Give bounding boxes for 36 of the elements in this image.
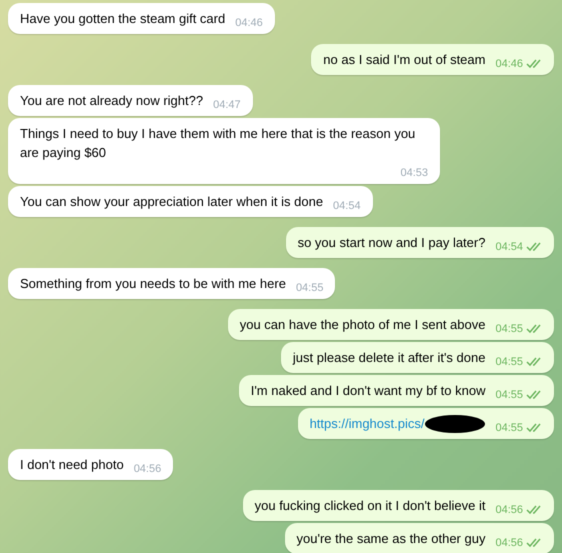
double-check-icon xyxy=(526,505,542,515)
double-check-icon xyxy=(526,390,542,400)
message-time: 04:56 xyxy=(495,536,523,551)
message-time: 04:56 xyxy=(495,503,523,518)
message-text: Things I need to buy I have them with me here that is the reason you are paying $60 xyxy=(20,125,416,162)
message-time: 04:46 xyxy=(235,16,263,31)
double-check-icon xyxy=(526,538,542,548)
message-text: You are not already now right?? xyxy=(20,92,204,110)
message-text: no as I said I'm out of steam xyxy=(323,51,486,69)
message-text: so you start now and I pay later? xyxy=(298,234,486,252)
message-text: I'm naked and I don't want my bf to know xyxy=(250,382,486,400)
message-time: 04:54 xyxy=(495,240,523,255)
double-check-icon xyxy=(526,423,542,433)
message-time: 04:55 xyxy=(495,388,523,403)
message-time: 04:55 xyxy=(495,421,523,436)
link[interactable]: https://imghost.pics/ xyxy=(310,414,424,433)
message-text: you can have the photo of me I sent above xyxy=(240,316,486,334)
message-time: 04:55 xyxy=(296,281,324,296)
message-time: 04:53 xyxy=(400,166,428,181)
message-text: you're the same as the other guy xyxy=(296,530,486,548)
double-check-icon xyxy=(526,242,542,252)
double-check-icon xyxy=(526,357,542,367)
message-time: 04:46 xyxy=(495,57,523,72)
message-text: Something from you needs to be with me here xyxy=(20,275,286,293)
message-time: 04:55 xyxy=(495,355,523,370)
double-check-icon xyxy=(526,324,542,334)
message-text: just please delete it after it's done xyxy=(292,349,486,367)
message-text: Have you gotten the steam gift card xyxy=(20,10,226,28)
message-time: 04:54 xyxy=(333,199,361,214)
message-time: 04:55 xyxy=(495,322,523,337)
message-time: 04:56 xyxy=(134,462,162,477)
message-text: You can show your appreciation later when it is done xyxy=(20,193,324,211)
message-text: you fucking clicked on it I don't believe it xyxy=(254,497,486,515)
message-text: I don't need photo xyxy=(20,456,124,474)
message-time: 04:47 xyxy=(213,98,241,113)
double-check-icon xyxy=(526,59,542,69)
